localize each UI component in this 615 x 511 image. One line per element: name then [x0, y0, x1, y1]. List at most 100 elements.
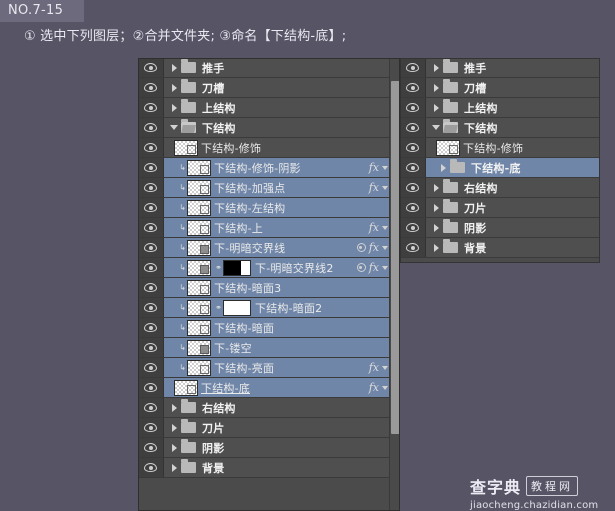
layer-name[interactable]: 右结构 [202, 400, 240, 416]
visibility-toggle[interactable] [400, 58, 426, 77]
chevron-right-icon[interactable] [167, 83, 181, 92]
layer-thumbnail[interactable] [187, 159, 211, 176]
chevron-right-icon[interactable] [429, 103, 443, 112]
chevron-right-icon[interactable] [429, 223, 443, 232]
chevron-down-icon[interactable] [167, 125, 181, 130]
layer-row[interactable]: ↳ 下结构-加强点 fx [138, 178, 400, 198]
layer-row[interactable]: 上结构 [400, 98, 600, 118]
chevron-right-icon[interactable] [167, 463, 181, 472]
layer-name[interactable]: 刀片 [464, 200, 490, 216]
layer-name[interactable]: 下结构 [202, 120, 240, 136]
fx-icon[interactable]: fx [369, 362, 379, 373]
visibility-toggle[interactable] [400, 98, 426, 117]
link-mask-icon[interactable]: ⚭ [214, 263, 223, 272]
visibility-toggle[interactable] [400, 178, 426, 197]
layer-thumbnail[interactable] [187, 179, 211, 196]
visibility-toggle[interactable] [138, 178, 164, 197]
layer-row[interactable]: 刀槽 [138, 78, 400, 98]
layer-row[interactable]: 下结构-修饰 [138, 138, 400, 158]
layer-name[interactable]: 推手 [202, 60, 228, 76]
layer-name[interactable]: 下结构-底 [471, 160, 525, 176]
visibility-toggle[interactable] [138, 218, 164, 237]
chevron-right-icon[interactable] [167, 403, 181, 412]
fx-icon[interactable]: fx [369, 182, 379, 193]
layer-name[interactable]: 阴影 [464, 220, 490, 236]
panel-scrollbar-thumb[interactable] [391, 80, 400, 434]
layer-row[interactable]: 下结构 [400, 118, 600, 138]
visibility-toggle[interactable] [138, 398, 164, 417]
chevron-right-icon[interactable] [167, 103, 181, 112]
layers-panel-before[interactable]: 推手 刀槽 上结构 下结构 下结构-修饰 ↳ 下结构-修饰-阴影 fx ↳ 下结构-加强点 fx ↳ 下… [138, 58, 400, 511]
chevron-right-icon[interactable] [167, 443, 181, 452]
layer-row[interactable]: ↳ 下结构-暗面 [138, 318, 400, 338]
layer-name[interactable]: 刀槽 [202, 80, 228, 96]
expand-effects-caret-icon[interactable] [382, 365, 388, 370]
layer-row[interactable]: ↳ 下结构-修饰-阴影 fx [138, 158, 400, 178]
layer-row[interactable]: ↳ 下结构-上 fx [138, 218, 400, 238]
visibility-toggle[interactable] [138, 438, 164, 457]
layer-name[interactable]: 右结构 [464, 180, 502, 196]
layer-row[interactable]: ↳ 下结构-亮面 fx [138, 358, 400, 378]
layer-thumbnail[interactable] [187, 199, 211, 216]
layer-thumbnail[interactable] [436, 139, 460, 156]
visibility-toggle[interactable] [138, 378, 164, 397]
fx-icon[interactable]: fx [369, 222, 379, 233]
layer-name[interactable]: 下-明暗交界线 [214, 240, 289, 256]
layer-name[interactable]: 下结构-加强点 [214, 180, 289, 196]
layer-row[interactable]: 阴影 [138, 438, 400, 458]
chevron-right-icon[interactable] [167, 423, 181, 432]
expand-effects-caret-icon[interactable] [382, 245, 388, 250]
layer-row[interactable]: 右结构 [400, 178, 600, 198]
layer-name[interactable]: 下结构 [464, 120, 502, 136]
layer-name[interactable]: 阴影 [202, 440, 228, 456]
layer-row[interactable]: 刀槽 [400, 78, 600, 98]
layer-name[interactable]: 下结构-亮面 [214, 360, 278, 376]
visibility-toggle[interactable] [400, 118, 426, 137]
layer-thumbnail[interactable] [187, 299, 211, 316]
visibility-toggle[interactable] [400, 218, 426, 237]
layer-row[interactable]: 下结构-底 fx [138, 378, 400, 398]
effects-visibility-icon[interactable] [356, 243, 366, 252]
fx-icon[interactable]: fx [369, 242, 379, 253]
visibility-toggle[interactable] [138, 78, 164, 97]
visibility-toggle[interactable] [138, 158, 164, 177]
layer-name[interactable]: 下结构-修饰 [201, 140, 265, 156]
expand-effects-caret-icon[interactable] [382, 385, 388, 390]
visibility-toggle[interactable] [400, 158, 426, 177]
layer-name[interactable]: 下-明暗交界线2 [255, 260, 338, 276]
visibility-toggle[interactable] [138, 118, 164, 137]
visibility-toggle[interactable] [400, 198, 426, 217]
layer-name[interactable]: 刀片 [202, 420, 228, 436]
layer-row[interactable]: ↳ 下-镂空 [138, 338, 400, 358]
fx-icon[interactable]: fx [369, 382, 379, 393]
expand-effects-caret-icon[interactable] [382, 165, 388, 170]
visibility-toggle[interactable] [138, 338, 164, 357]
chevron-right-icon[interactable] [436, 163, 450, 172]
layer-thumbnail[interactable] [187, 339, 211, 356]
link-mask-icon[interactable]: ⚭ [214, 303, 223, 312]
layer-thumbnail[interactable] [187, 219, 211, 236]
panel-scrollbar-track[interactable] [389, 58, 400, 511]
layer-thumbnail[interactable] [187, 239, 211, 256]
visibility-toggle[interactable] [138, 258, 164, 277]
layer-name[interactable]: 下结构-暗面3 [214, 280, 285, 296]
chevron-right-icon[interactable] [429, 63, 443, 72]
layer-row[interactable]: 下结构-底 [400, 158, 600, 178]
layer-mask-thumbnail[interactable] [223, 259, 251, 276]
layer-name[interactable]: 下结构-修饰-阴影 [214, 160, 305, 176]
layer-row[interactable]: 刀片 [400, 198, 600, 218]
layer-name[interactable]: 下结构-底 [201, 380, 254, 396]
layer-row[interactable]: ↳ 下结构-左结构 [138, 198, 400, 218]
layer-row[interactable]: 推手 [400, 58, 600, 78]
visibility-toggle[interactable] [138, 358, 164, 377]
visibility-toggle[interactable] [138, 138, 164, 157]
chevron-right-icon[interactable] [429, 243, 443, 252]
visibility-toggle[interactable] [138, 58, 164, 77]
layers-panel-after[interactable]: 推手 刀槽 上结构 下结构 下结构-修饰 下结构-底 右结构 刀片 阴影 背景 [400, 58, 600, 263]
visibility-toggle[interactable] [138, 278, 164, 297]
fx-icon[interactable]: fx [369, 262, 379, 273]
layer-thumbnail[interactable] [187, 279, 211, 296]
layer-name[interactable]: 上结构 [464, 100, 502, 116]
layer-thumbnail[interactable] [174, 139, 198, 156]
visibility-toggle[interactable] [138, 318, 164, 337]
